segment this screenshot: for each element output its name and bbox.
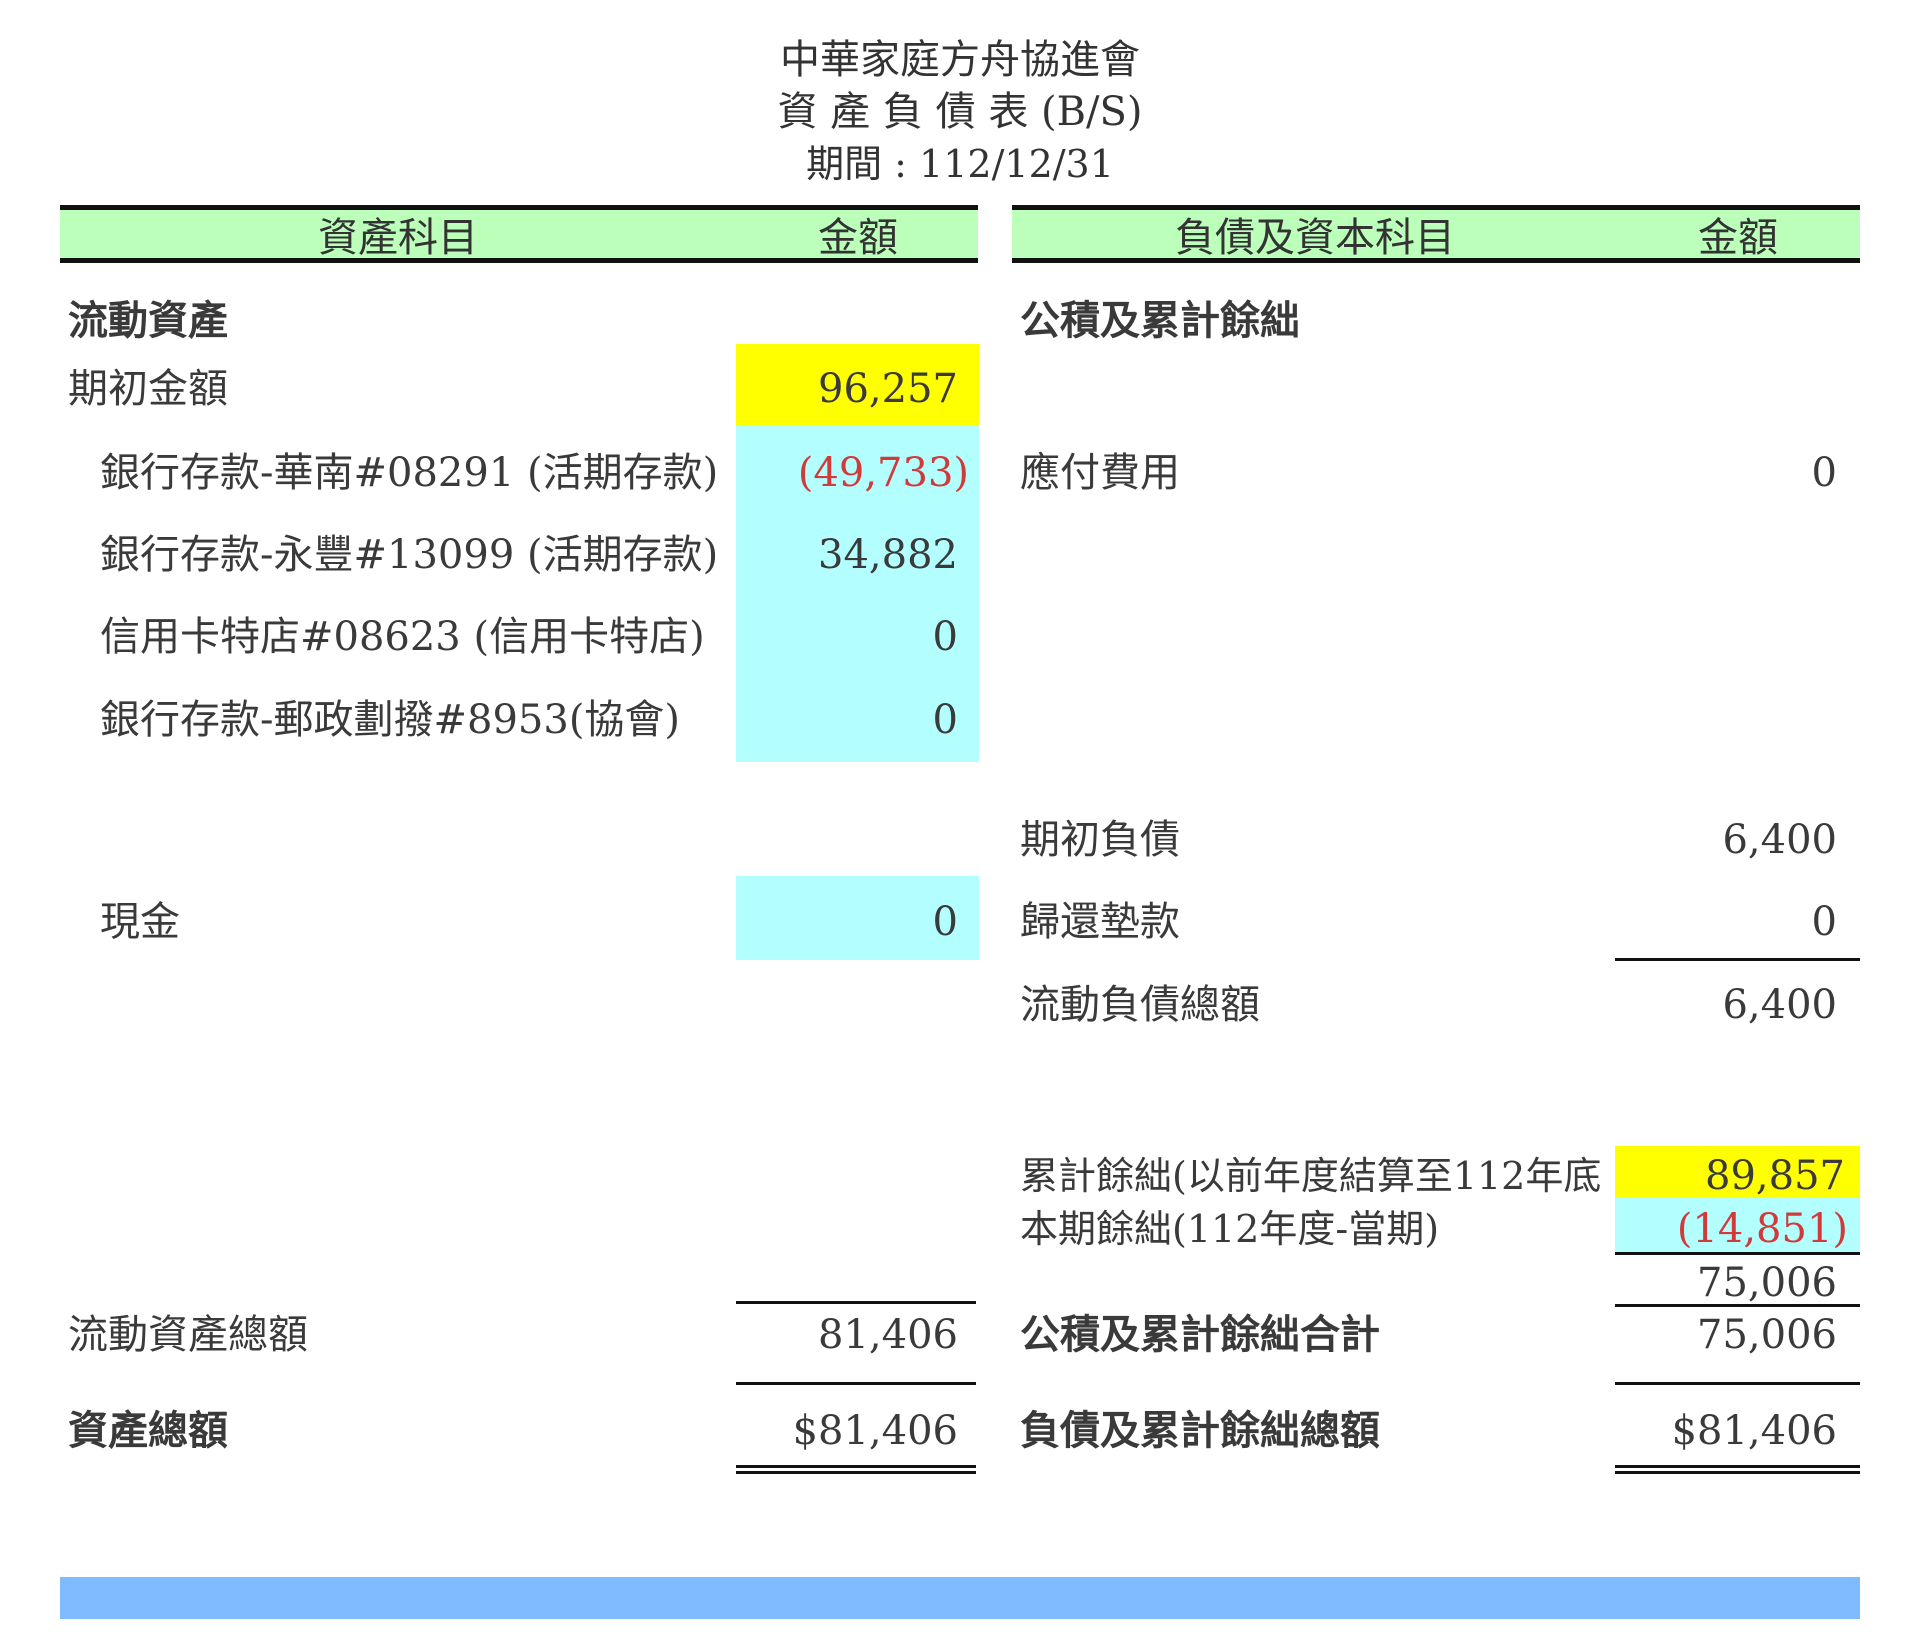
current-assets-total-label: 流動資產總額: [68, 1312, 308, 1358]
divider-line: [736, 1301, 976, 1304]
asset-item-label: 銀行存款-郵政劃撥#8953(協會): [100, 697, 681, 743]
asset-item-value: 0: [932, 697, 958, 743]
repayment-value: 0: [1811, 899, 1837, 945]
org-name: 中華家庭方舟協進會: [780, 37, 1140, 83]
cash-label: 現金: [100, 899, 180, 945]
divider-line: [1615, 1252, 1860, 1255]
reserve-subtotal-value: 75,006: [1697, 1260, 1837, 1306]
accrued-expenses-value: 0: [1811, 450, 1837, 496]
asset-item-value: 0: [932, 614, 958, 660]
divider-line: [1615, 1382, 1860, 1385]
total-assets-label: 資產總額: [68, 1407, 228, 1454]
cash-value: 0: [932, 899, 958, 945]
assets-amount-column-title: 金額: [818, 215, 898, 261]
repayment-label: 歸還墊款: [1020, 899, 1180, 945]
assets-column-title: 資產科目: [318, 215, 478, 261]
current-assets-total-value: 81,406: [818, 1312, 958, 1358]
accrued-expenses-label: 應付費用: [1020, 450, 1180, 496]
reserve-section: 公積及累計餘絀: [1020, 297, 1300, 344]
period-surplus-label: 本期餘絀(112年度-當期): [1020, 1207, 1440, 1251]
reserve-total-value: 75,006: [1697, 1312, 1837, 1358]
opening-amount-label: 期初金額: [68, 366, 228, 412]
total-assets-value: $81,406: [792, 1408, 958, 1454]
grand-total-value: $81,406: [1671, 1408, 1837, 1454]
double-underline: [1615, 1465, 1860, 1474]
divider-line: [1615, 1304, 1860, 1307]
opening-amount-value: 96,257: [818, 366, 958, 412]
report-period: 期間 : 112/12/31: [806, 142, 1114, 186]
cumulative-surplus-label: 累計餘絀(以前年度結算至112年底: [1020, 1154, 1602, 1198]
liabilities-column-title: 負債及資本科目: [1175, 215, 1455, 261]
current-liabilities-total-value: 6,400: [1722, 982, 1837, 1028]
opening-liabilities-value: 6,400: [1722, 817, 1837, 863]
footer-bar: [60, 1577, 1860, 1619]
asset-item-label: 銀行存款-華南#08291 (活期存款): [100, 450, 719, 496]
report-title: 資 產 負 債 表 (B/S): [777, 89, 1143, 135]
cumulative-surplus-value: 89,857: [1705, 1153, 1845, 1199]
opening-liabilities-label: 期初負債: [1020, 817, 1180, 863]
asset-item-label: 銀行存款-永豐#13099 (活期存款): [100, 532, 719, 578]
asset-item-value: 34,882: [818, 532, 958, 578]
grand-total-label: 負債及累計餘絀總額: [1020, 1407, 1380, 1454]
asset-item-label: 信用卡特店#08623 (信用卡特店): [100, 614, 705, 660]
asset-item-value: (49,733): [797, 450, 969, 496]
current-assets-section: 流動資產: [68, 297, 228, 344]
current-liabilities-total-label: 流動負債總額: [1020, 982, 1260, 1028]
period-surplus-value: (14,851): [1676, 1206, 1848, 1252]
double-underline: [736, 1465, 976, 1474]
divider-line: [736, 1382, 976, 1385]
reserve-total-label: 公積及累計餘絀合計: [1020, 1311, 1380, 1358]
liabilities-amount-column-title: 金額: [1698, 215, 1778, 261]
divider-line: [1615, 958, 1860, 961]
